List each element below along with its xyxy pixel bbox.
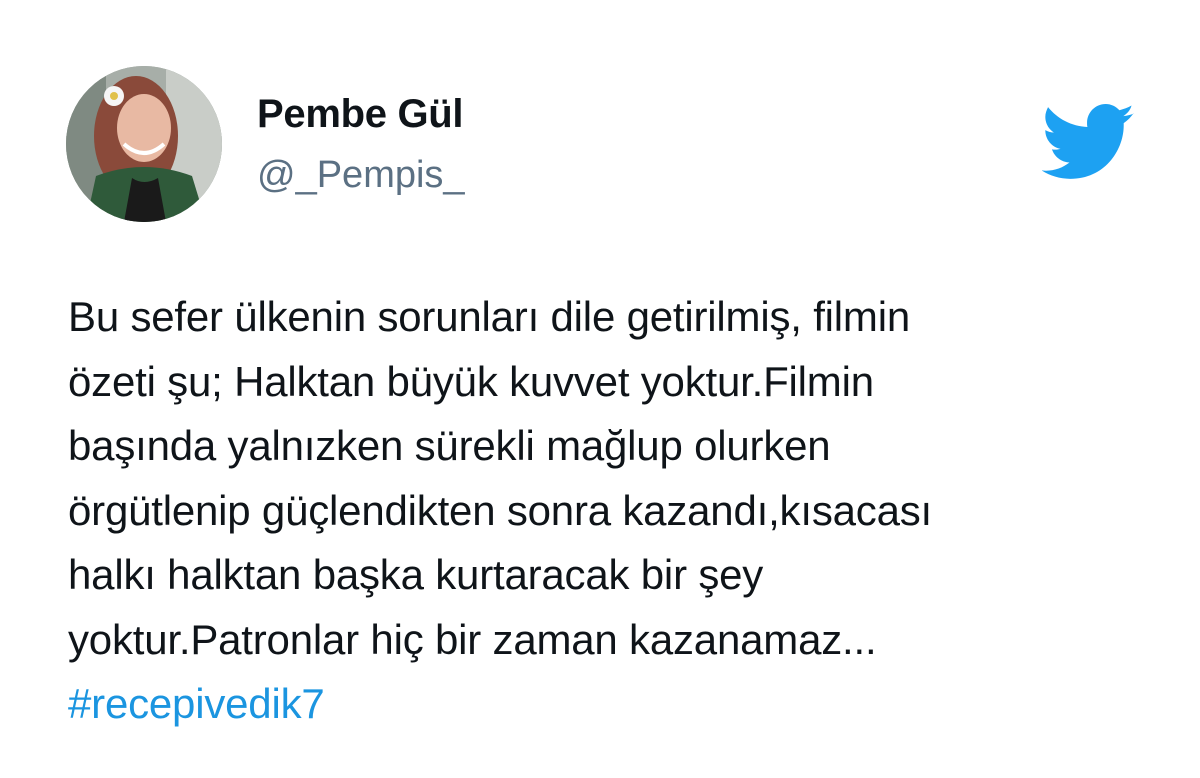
tweet-text: Bu sefer ülkenin sorunları dile getirilm…	[68, 285, 1158, 737]
tweet-text-line: başında yalnızken sürekli mağlup olurken	[68, 422, 831, 469]
author-display-name[interactable]: Pembe Gül	[257, 92, 464, 137]
tweet-text-line: yoktur.Patronlar hiç bir zaman kazanamaz…	[68, 615, 877, 663]
tweet-text-line: özeti şu; Halktan büyük kuvvet yoktur.Fi…	[68, 357, 874, 405]
avatar-photo	[66, 66, 222, 222]
author-handle[interactable]: @_Pempis_	[257, 154, 465, 197]
tweet-text-line: Bu sefer ülkenin sorunları dile getirilm…	[68, 293, 910, 340]
hashtag-link[interactable]: #recepivedik7	[68, 672, 1158, 737]
avatar[interactable]	[66, 66, 222, 222]
tweet-text-line: halkı halktan başka kurtaracak bir şey	[68, 551, 764, 598]
twitter-bird-icon[interactable]	[1041, 104, 1136, 182]
twitter-bird-svg	[1041, 104, 1135, 179]
tweet-text-line: örgütlenip güçlendikten sonra kazandı,kı…	[68, 486, 933, 534]
tweet-card: Pembe Gül @_Pempis_ Bu sefer ülkenin sor…	[0, 0, 1200, 778]
